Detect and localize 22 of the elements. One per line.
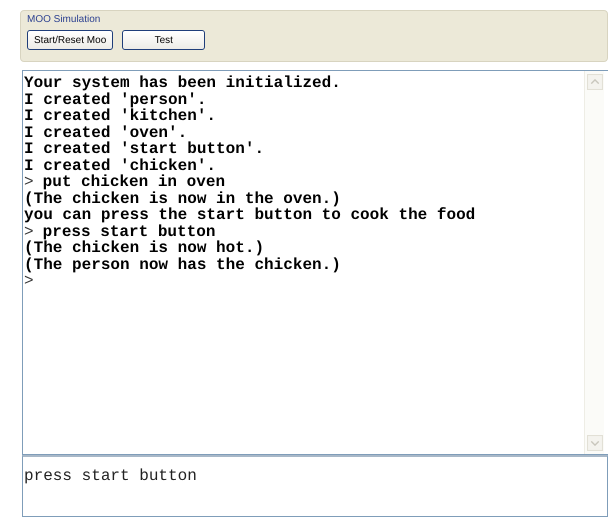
action-button[interactable]: Start/Reset Moo (27, 30, 114, 50)
prompt-sign: > (24, 173, 34, 191)
prompt-sign: > (24, 272, 34, 290)
output-line: you can press the start button to cook the food (24, 206, 476, 224)
output-line: I created 'start button'. (24, 140, 264, 158)
output-line: I created 'person'. (24, 90, 206, 108)
output-line: (The person now has the chicken.) (24, 256, 341, 274)
command-text: press start button (42, 222, 216, 240)
output-line: I created 'oven'. (24, 124, 188, 142)
output-line: (The chicken is now in the oven.) (24, 190, 341, 208)
output-line: Your system has been initialized. (24, 74, 341, 92)
output-line: I created 'chicken'. (24, 156, 216, 174)
command-text: put chicken in oven (42, 173, 226, 191)
output-line: I created 'kitchen'. (24, 107, 216, 125)
scroll-down-icon[interactable] (587, 435, 603, 451)
command-input[interactable]: press start button (22, 455, 608, 517)
action-button[interactable]: Test (122, 30, 206, 50)
scroll-up-icon[interactable] (587, 74, 603, 90)
output-line: (The chicken is now hot.) (24, 239, 264, 257)
group-title: MOO Simulation (27, 14, 102, 26)
scrollbar[interactable] (584, 71, 604, 454)
prompt-sign: > (24, 222, 34, 240)
